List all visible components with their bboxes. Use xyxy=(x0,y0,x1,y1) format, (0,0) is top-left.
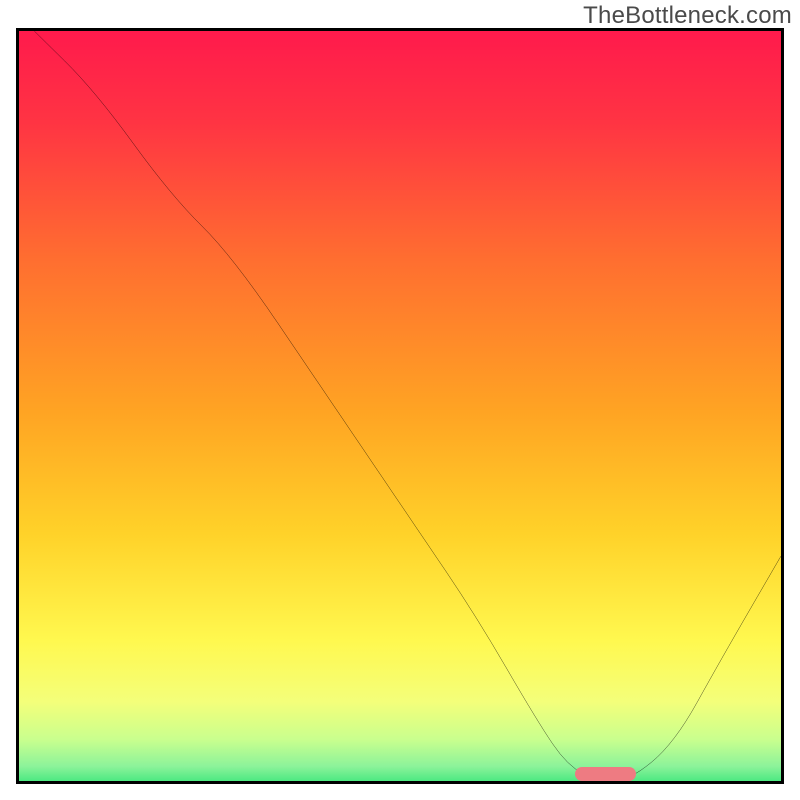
plot-frame xyxy=(16,28,784,784)
bottleneck-curve xyxy=(19,31,781,781)
optimal-range-marker xyxy=(575,767,636,781)
watermark-text: TheBottleneck.com xyxy=(583,2,792,30)
chart-stage: TheBottleneck.com xyxy=(0,0,800,800)
